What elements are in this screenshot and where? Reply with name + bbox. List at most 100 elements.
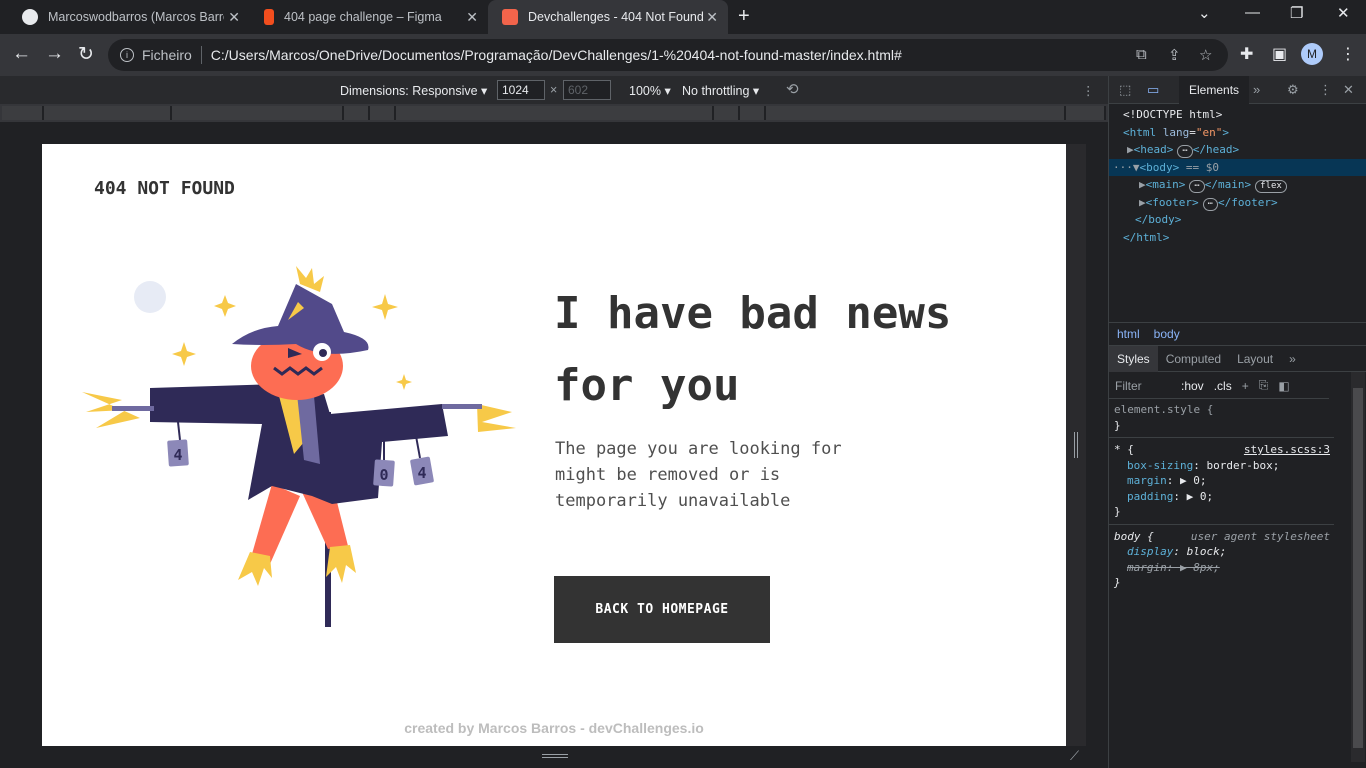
dom-node-footer[interactable]: ▶<footer> ⋯ </footer> <box>1109 194 1366 212</box>
extensions-icon[interactable]: ✚ <box>1240 44 1253 64</box>
translate-icon[interactable]: ⧉ <box>1136 46 1147 63</box>
tag-text: </main> <box>1204 178 1252 191</box>
tab-devchallenges[interactable]: Devchallenges - 404 Not Found ✕ <box>488 0 728 34</box>
close-tab-icon[interactable]: ✕ <box>228 9 240 26</box>
forward-icon[interactable]: → <box>45 43 64 65</box>
new-tab-icon[interactable]: + <box>738 5 750 28</box>
device-toggle-icon[interactable]: ▭ <box>1147 82 1159 98</box>
grip-icon <box>1074 432 1078 458</box>
breadcrumb-html[interactable]: html <box>1117 327 1140 341</box>
more-tabs-icon[interactable]: » <box>1253 82 1260 97</box>
tab-layout[interactable]: Layout <box>1229 352 1281 366</box>
expand-triangle-icon[interactable]: ▶ <box>1139 196 1146 209</box>
scrollbar-thumb[interactable] <box>1353 388 1363 748</box>
page-headline: I have bad news for you <box>554 288 952 411</box>
dom-node-body-close[interactable]: </body> <box>1109 211 1366 229</box>
tab-computed[interactable]: Computed <box>1158 352 1229 366</box>
side-panel-icon[interactable]: ▣ <box>1272 44 1287 64</box>
prop-value[interactable]: border-box; <box>1206 459 1279 472</box>
close-tab-icon[interactable]: ✕ <box>706 9 718 26</box>
ruler-segment[interactable] <box>766 106 1066 120</box>
styles-filter-bar: Filter :hov .cls + ⎘ ◧ <box>1109 373 1329 399</box>
flex-badge[interactable]: flex <box>1255 180 1287 193</box>
breadcrumb-body[interactable]: body <box>1154 327 1180 341</box>
collapsed-badge[interactable]: ⋯ <box>1202 197 1219 211</box>
prop-value[interactable]: ▶ 0; <box>1180 474 1207 487</box>
throttling-select[interactable]: No throttling ▾ <box>682 83 759 98</box>
tab-search-chevron-icon[interactable]: ⌄ <box>1198 4 1211 22</box>
collapse-triangle-icon[interactable]: ▼ <box>1133 161 1140 174</box>
filter-input[interactable]: Filter <box>1115 379 1171 393</box>
bookmark-star-icon[interactable]: ☆ <box>1199 46 1212 64</box>
expand-triangle-icon[interactable]: ▶ <box>1139 178 1146 191</box>
dom-node-html-close[interactable]: </html> <box>1109 229 1366 247</box>
back-to-homepage-button[interactable]: BACK TO HOMEPAGE <box>554 576 770 643</box>
prop-name[interactable]: padding <box>1127 490 1173 503</box>
tab-styles[interactable]: Styles <box>1109 345 1158 372</box>
dom-node-head[interactable]: ▶<head> ⋯ </head> <box>1109 141 1366 159</box>
browser-toolbar: ← → ↻ i Ficheiro C:/Users/Marcos/OneDriv… <box>0 34 1366 76</box>
dom-node-doctype[interactable]: <!DOCTYPE html> <box>1109 106 1366 124</box>
tab-elements[interactable]: Elements <box>1179 76 1250 104</box>
url-text[interactable]: C:/Users/Marcos/OneDrive/Documentos/Prog… <box>211 47 902 63</box>
ruler-segment[interactable] <box>1066 106 1106 120</box>
reload-icon[interactable]: ↻ <box>78 43 94 66</box>
ruler-segment[interactable] <box>2 106 44 120</box>
new-rule-icon[interactable]: + <box>1242 379 1249 393</box>
info-icon[interactable]: i <box>120 48 134 62</box>
ruler-segment[interactable] <box>396 106 714 120</box>
close-devtools-icon[interactable]: ✕ <box>1343 82 1354 98</box>
close-tab-icon[interactable]: ✕ <box>466 9 478 26</box>
hov-toggle[interactable]: :hov <box>1181 379 1204 393</box>
rule-selector[interactable]: * { <box>1114 443 1134 456</box>
dom-node-html[interactable]: <html lang="en"> <box>1109 124 1366 142</box>
selected-node-note: == $0 <box>1185 160 1219 174</box>
rotate-icon[interactable]: ⟲ <box>786 80 799 98</box>
ruler-segment[interactable] <box>370 106 396 120</box>
share-icon[interactable]: ⇪ <box>1168 46 1181 64</box>
prop-value[interactable]: ▶ 0; <box>1187 490 1214 503</box>
prop-name[interactable]: box-sizing <box>1127 459 1193 472</box>
paint-icon[interactable]: ⎘ <box>1259 378 1269 393</box>
inspect-element-icon[interactable]: ⬚ <box>1119 82 1131 98</box>
brand-logo-text[interactable]: 404 NOT FOUND <box>94 178 235 199</box>
dimensions-select[interactable]: Dimensions: Responsive ▾ <box>340 83 487 98</box>
tab-figma[interactable]: 404 page challenge – Figma ✕ <box>250 0 488 34</box>
close-window-icon[interactable]: ✕ <box>1337 4 1350 22</box>
scheme-label: Ficheiro <box>142 47 192 63</box>
ruler-segment[interactable] <box>172 106 344 120</box>
height-input[interactable]: 602 <box>563 80 611 100</box>
element-style-selector[interactable]: element.style { <box>1114 402 1329 418</box>
more-options-icon[interactable]: ⋮ <box>1082 83 1095 98</box>
ruler-segment[interactable] <box>344 106 370 120</box>
prop-name[interactable]: margin <box>1127 474 1167 487</box>
sidebar-toggle-icon[interactable]: ◧ <box>1278 379 1289 393</box>
styles-scrollbar[interactable] <box>1351 372 1365 762</box>
ruler-segment[interactable] <box>714 106 740 120</box>
dom-node-main[interactable]: ▶<main> ⋯ </main> flex <box>1109 176 1366 194</box>
avatar[interactable]: M <box>1301 43 1323 65</box>
expand-triangle-icon[interactable]: ▶ <box>1127 143 1134 156</box>
page-footer[interactable]: created by Marcos Barros - devChallenges… <box>42 720 1066 736</box>
corner-resize-icon[interactable]: ⟋ <box>1070 748 1079 764</box>
restore-icon[interactable]: ❐ <box>1290 4 1303 22</box>
viewport-resize-handle-bottom[interactable]: ⟋ <box>42 746 1079 768</box>
viewport-resize-handle-right[interactable] <box>1066 144 1086 746</box>
collapsed-badge[interactable]: ⋯ <box>1177 145 1193 158</box>
back-icon[interactable]: ← <box>12 43 31 65</box>
tab-github[interactable]: Marcoswodbarros (Marcos Barros) ✕ <box>8 0 250 34</box>
more-tabs-icon[interactable]: » <box>1281 352 1304 366</box>
zoom-select[interactable]: 100% ▾ <box>629 83 671 98</box>
ruler-segment[interactable] <box>44 106 172 120</box>
address-bar[interactable]: i Ficheiro C:/Users/Marcos/OneDrive/Docu… <box>108 39 1228 71</box>
settings-gear-icon[interactable]: ⚙ <box>1287 82 1299 98</box>
dom-node-body[interactable]: ···▼<body> == $0 <box>1109 158 1366 176</box>
cls-toggle[interactable]: .cls <box>1214 379 1232 393</box>
width-input[interactable]: 1024 <box>497 80 545 100</box>
ruler-segment[interactable] <box>740 106 766 120</box>
collapsed-badge[interactable]: ⋯ <box>1189 180 1205 193</box>
minimize-icon[interactable]: — <box>1245 4 1260 21</box>
devtools-menu-icon[interactable]: ⋮ <box>1319 82 1332 98</box>
rule-source-link[interactable]: styles.scss:3 <box>1244 442 1330 458</box>
menu-kebab-icon[interactable]: ⋮ <box>1340 44 1356 64</box>
